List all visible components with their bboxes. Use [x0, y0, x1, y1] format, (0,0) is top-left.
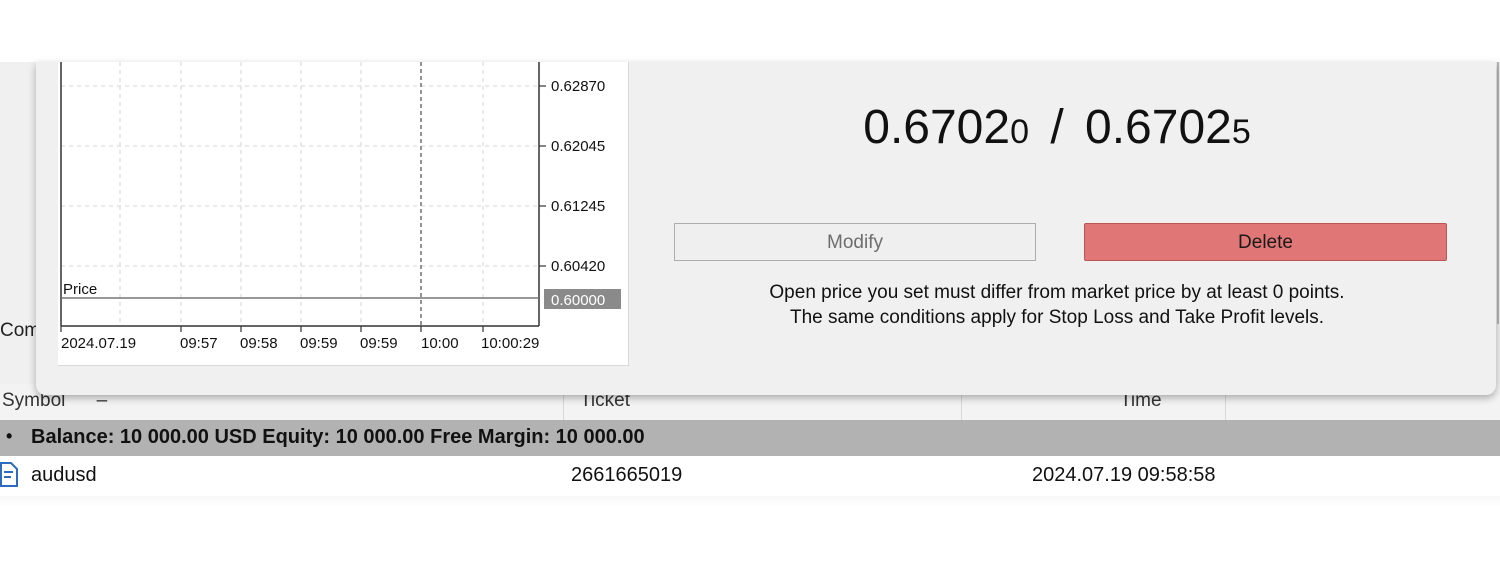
price-constraint-info: Open price you set must differ from mark… [769, 282, 1345, 303]
x-tick-label: 09:59 [360, 335, 398, 352]
ask-price-fraction: 5 [1231, 113, 1251, 151]
balance-summary-row[interactable]: • Balance: 10 000.00 USD Equity: 10 000.… [0, 420, 1500, 456]
y-tick-label: 0.62870 [551, 78, 605, 95]
x-tick-label: 10:00:29 [481, 335, 539, 352]
x-ticks [60, 326, 484, 332]
y-tick-label: 0.62045 [551, 138, 605, 155]
price-level-label: 0.60000 [551, 292, 605, 309]
tick-chart-panel: Price 0.62870 0.62045 0.61245 0.60420 0.… [58, 62, 629, 366]
order-document-icon [0, 462, 18, 487]
order-ticket: 2661665019 [571, 464, 683, 486]
modify-order-dialog: Price 0.62870 0.62045 0.61245 0.60420 0.… [36, 62, 1496, 395]
tick-chart: Price 0.62870 0.62045 0.61245 0.60420 0.… [60, 62, 621, 352]
chart-grid [61, 62, 538, 326]
x-tick-label: 10:00 [421, 335, 459, 352]
table-bottom-fade [0, 496, 1500, 508]
ask-price-main: 0.6702 [1085, 101, 1232, 154]
x-tick-label: 09:59 [300, 335, 338, 352]
bid-ask-quote: 0.67020 / 0.67025 [684, 100, 1430, 155]
order-symbol: audusd [31, 464, 97, 486]
price-line-label: Price [63, 281, 97, 298]
delete-button[interactable]: Delete [1084, 223, 1447, 261]
bid-price-fraction: 0 [1010, 113, 1029, 151]
bid-price-main: 0.6702 [863, 101, 1011, 154]
x-tick-label: 09:57 [180, 335, 218, 352]
stop-levels-info: The same conditions apply for Stop Loss … [789, 307, 1325, 328]
balance-summary-text: Balance: 10 000.00 USD Equity: 10 000.00… [31, 426, 645, 448]
x-tick-label: 09:58 [240, 335, 278, 352]
quote-separator: / [1050, 101, 1064, 154]
toolbox-tab-partial[interactable]: Com [0, 320, 40, 342]
y-tick-label: 0.61245 [551, 198, 605, 215]
modify-button[interactable]: Modify [674, 223, 1036, 261]
y-ticks [539, 85, 546, 267]
y-tick-label: 0.60420 [551, 258, 605, 275]
order-time: 2024.07.19 09:58:58 [1032, 464, 1216, 486]
table-row[interactable]: audusd 2661665019 2024.07.19 09:58:58 [0, 456, 1500, 496]
x-tick-label: 2024.07.19 [61, 335, 136, 352]
window-border [1497, 62, 1499, 324]
balance-bullet: • [6, 426, 13, 446]
